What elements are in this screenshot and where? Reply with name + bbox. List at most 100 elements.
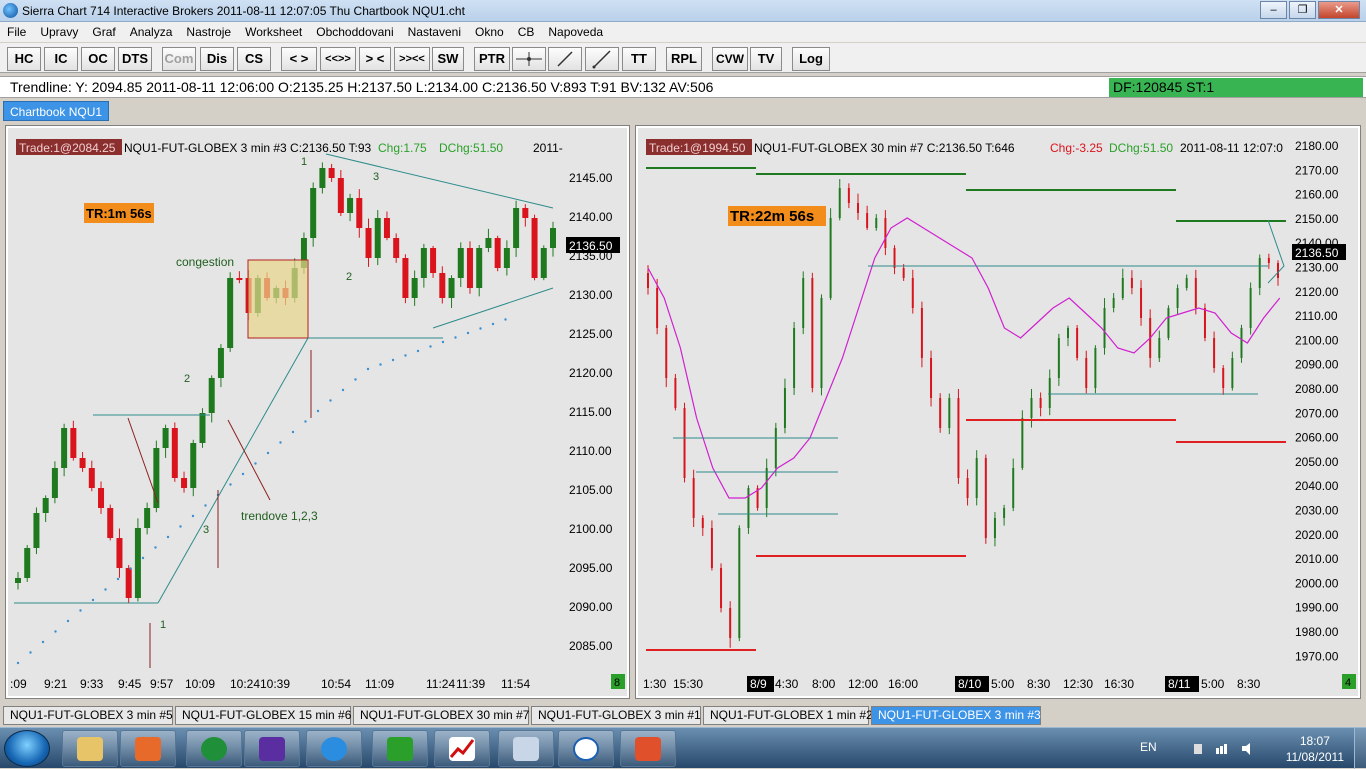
- menu-napoveda[interactable]: Napoveda: [541, 22, 610, 42]
- y-axis-label: 2090.00: [1295, 358, 1339, 372]
- menu-okno[interactable]: Okno: [468, 22, 511, 42]
- menu-worksheet[interactable]: Worksheet: [238, 22, 309, 42]
- candle-body: [692, 478, 695, 518]
- parabolic-sar-dot: [129, 567, 132, 570]
- chartbook-tab[interactable]: Chartbook NQU1: [3, 101, 110, 121]
- taskbar-chart[interactable]: [434, 730, 490, 767]
- cs-button[interactable]: CS: [237, 47, 271, 71]
- taskbar-eye-app[interactable]: [620, 730, 676, 767]
- menu-nastaveni[interactable]: Nastaveni: [401, 22, 468, 42]
- y-axis-label: 2090.00: [569, 600, 613, 614]
- crosshair-button[interactable]: [512, 47, 546, 71]
- scroll-left-right-button[interactable]: < >: [281, 47, 317, 71]
- menu-file[interactable]: File: [0, 22, 33, 42]
- x-axis-label: 11:09: [365, 677, 394, 691]
- tv-button[interactable]: TV: [750, 47, 782, 71]
- expand-button[interactable]: <<>>: [320, 47, 356, 71]
- menu-cb[interactable]: CB: [511, 22, 542, 42]
- candle-body: [457, 248, 464, 278]
- x-axis-label: 9:45: [118, 677, 142, 691]
- parabolic-sar-dot: [316, 409, 320, 413]
- chart-window-right[interactable]: 2180.00 2170.00 2160.00 2150.00 2140.00 2130.…: [635, 125, 1361, 699]
- taskbar-globe[interactable]: [186, 730, 242, 767]
- parabolic-sar-dot: [179, 525, 182, 528]
- sw-button[interactable]: SW: [432, 47, 464, 71]
- chart-left[interactable]: 2145.002140.002135.002130.002125.002120.…: [8, 128, 627, 696]
- ray-tool-button[interactable]: [585, 47, 619, 71]
- show-desktop-button[interactable]: [1354, 728, 1366, 769]
- taskbar-app[interactable]: [244, 730, 300, 767]
- dts-button[interactable]: DTS: [118, 47, 152, 71]
- menu-nastroje[interactable]: Nastroje: [179, 22, 238, 42]
- y-axis-label: 1980.00: [1295, 625, 1339, 639]
- start-button[interactable]: [4, 730, 50, 767]
- taskbar-e-app[interactable]: [558, 730, 614, 767]
- candle-body: [729, 608, 732, 638]
- menu-obchoddovani[interactable]: Obchoddovani: [309, 22, 400, 42]
- close-button[interactable]: ✕: [1318, 1, 1360, 19]
- candle-body: [1048, 378, 1051, 408]
- candle-body: [208, 378, 215, 413]
- daily-change-label: DChg:51.50: [1109, 141, 1173, 155]
- parabolic-sar-dot: [254, 462, 257, 465]
- compress-all-button[interactable]: >><<: [394, 47, 430, 71]
- chart-tab-6[interactable]: NQU1-FUT-GLOBEX 15 min #6: [175, 706, 351, 725]
- pivot-label-2: 2: [184, 373, 190, 385]
- parabolic-sar-dot: [91, 598, 95, 602]
- chart-tab-2[interactable]: NQU1-FUT-GLOBEX 1 min #2: [703, 706, 873, 725]
- green-app-icon: [387, 737, 413, 761]
- ic-button[interactable]: IC: [44, 47, 78, 71]
- tt-button[interactable]: TT: [622, 47, 656, 71]
- chart-window-left[interactable]: 2145.00 2140.00 2135.00 2130.00 2125.00 2120.…: [5, 125, 630, 699]
- taskbar-green-app[interactable]: [372, 730, 428, 767]
- com-button[interactable]: Com: [162, 47, 196, 71]
- chart-right[interactable]: 2180.002170.002160.002150.002140.002130.…: [638, 128, 1358, 696]
- taskbar-explorer[interactable]: [62, 730, 118, 767]
- ptr-button[interactable]: PTR: [474, 47, 510, 71]
- congestion-box: [247, 259, 309, 339]
- menu-upravy[interactable]: Upravy: [33, 22, 85, 42]
- taskbar-media-player[interactable]: [120, 730, 176, 767]
- candle-body: [236, 278, 243, 280]
- trend-annotation: trendove 1,2,3: [241, 509, 318, 523]
- candle-body: [1030, 398, 1033, 418]
- menu-graf[interactable]: Graf: [85, 22, 122, 42]
- minimize-button[interactable]: –: [1260, 1, 1287, 19]
- candle-body: [1158, 338, 1161, 358]
- menu-analyza[interactable]: Analyza: [123, 22, 180, 42]
- corner-label: 8: [614, 677, 620, 689]
- chart-tab-1[interactable]: NQU1-FUT-GLOBEX 3 min #1: [531, 706, 701, 725]
- parabolic-sar-dot: [241, 472, 245, 476]
- line-tool-button[interactable]: [548, 47, 582, 71]
- clock[interactable]: 18:07 11/08/2011: [1286, 733, 1344, 765]
- chart-header: NQU1-FUT-GLOBEX 30 min #7 C:2136.50 T:64…: [754, 141, 1015, 155]
- candle-body: [134, 528, 141, 598]
- candle-body: [710, 528, 713, 568]
- maximize-button[interactable]: ❐: [1289, 1, 1316, 19]
- chart-tab-5[interactable]: NQU1-FUT-GLOBEX 3 min #5: [3, 706, 173, 725]
- dis-button[interactable]: Dis: [200, 47, 234, 71]
- y-axis-label: 2120.00: [569, 366, 613, 380]
- oc-button[interactable]: OC: [81, 47, 115, 71]
- log-button[interactable]: Log: [792, 47, 830, 71]
- candle-body: [802, 278, 805, 328]
- rpl-button[interactable]: RPL: [666, 47, 702, 71]
- x-axis-label: 8:00: [812, 677, 836, 691]
- parabolic-sar-dot: [404, 354, 407, 357]
- compress-button[interactable]: > <: [359, 47, 391, 71]
- candle-body: [24, 548, 31, 578]
- taskbar-internet-explorer[interactable]: [306, 730, 362, 767]
- language-indicator[interactable]: EN: [1140, 740, 1157, 754]
- chart-tab-7[interactable]: NQU1-FUT-GLOBEX 30 min #7: [353, 706, 529, 725]
- hc-button[interactable]: HC: [7, 47, 41, 71]
- candle-body: [975, 458, 978, 498]
- candle-body: [1267, 258, 1270, 263]
- parabolic-sar-dot: [329, 399, 332, 402]
- taskbar-notepad[interactable]: [498, 730, 554, 767]
- chart-header: NQU1-FUT-GLOBEX 3 min #3 C:2136.50 T:93: [124, 141, 372, 155]
- tray-icons[interactable]: [1186, 742, 1266, 756]
- chart-tab-3[interactable]: NQU1-FUT-GLOBEX 3 min #3: [871, 706, 1041, 725]
- parabolic-sar-dot: [454, 336, 457, 339]
- cvw-button[interactable]: CVW: [712, 47, 748, 71]
- candle-body: [540, 248, 547, 278]
